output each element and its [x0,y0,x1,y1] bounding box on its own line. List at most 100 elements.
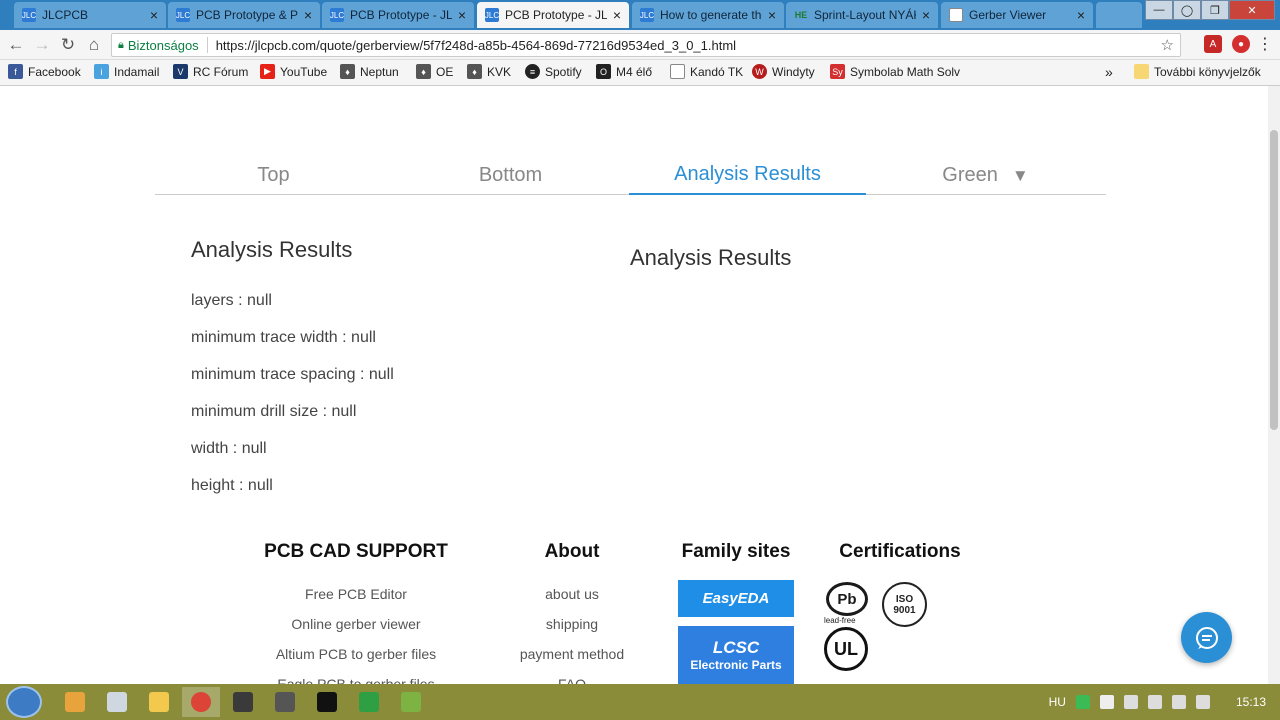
analysis-row-trace-spacing: minimum trace spacing : null [191,366,394,383]
url-text[interactable]: https://jlcpcb.com/quote/gerberview/5f7f… [216,38,736,53]
media-player-icon[interactable] [56,687,94,717]
m4-icon: O [596,64,611,79]
browser-tab[interactable]: JLC PCB Prototype - JLC × [322,2,474,28]
footer-link[interactable]: Online gerber viewer [236,616,476,632]
bookmark-windyty[interactable]: W Windyty [752,64,815,79]
analysis-row-layers: layers : null [191,292,272,309]
browser-tab[interactable]: HE Sprint-Layout NYÁK × [786,2,938,28]
close-icon[interactable]: × [613,7,621,23]
kvk-icon: ♦ [467,64,482,79]
bookmark-oe[interactable]: ♦ OE [416,64,453,79]
settings-icon[interactable] [266,687,304,717]
browser-tab[interactable]: JLC How to generate the × [632,2,784,28]
window-close-icon[interactable]: ✕ [1229,0,1275,20]
bookmark-neptun[interactable]: ♦ Neptun [340,64,399,79]
star-icon[interactable]: ☆ [1161,36,1174,54]
analysis-row-trace-width: minimum trace width : null [191,329,376,346]
chat-button[interactable] [1181,612,1232,663]
chrome-icon[interactable] [182,687,220,717]
bookmark-spotify[interactable]: ≡ Spotify [525,64,582,79]
other-bookmarks-folder[interactable]: További könyvjelzők [1134,64,1261,79]
bookmark-m4[interactable]: O M4 élő [596,64,652,79]
bookmark-indamail[interactable]: i Indamail [94,64,159,79]
battery-icon[interactable] [1123,695,1138,709]
new-tab-button[interactable] [1096,2,1142,28]
footer-link[interactable]: about us [492,586,652,602]
bookmark-label: Spotify [545,64,582,79]
reload-icon[interactable]: ↻ [58,35,78,55]
bookmark-youtube[interactable]: ▶ YouTube [260,64,327,79]
footer-link[interactable]: shipping [492,616,652,632]
tab-top[interactable]: Top [155,156,392,195]
browser-tab[interactable]: JLC JLCPCB × [14,2,166,28]
document-icon[interactable] [98,687,136,717]
scrollbar[interactable] [1268,86,1280,684]
language-indicator[interactable]: HU [1049,695,1066,709]
tab-bottom[interactable]: Bottom [392,156,629,195]
jlc-favicon-icon: JLC [176,8,190,22]
footer-link[interactable]: Eagle PCB to gerber files [236,676,476,684]
close-icon[interactable]: × [304,7,312,23]
bookmark-symbolab[interactable]: Sy Symbolab Math Solv [830,64,962,79]
bookmark-kvk[interactable]: ♦ KVK [467,64,511,79]
user-icon[interactable]: ◯ [1173,0,1201,20]
bookmarks-bar: f Facebook i Indamail V RC Fórum ▶ YouTube ♦… [0,60,1280,86]
secure-label: Biztonságos [127,37,199,53]
page-favicon-icon [949,8,963,22]
footer-link[interactable]: Free PCB Editor [236,586,476,602]
flag-icon[interactable] [1171,695,1186,709]
address-bar[interactable]: 🔒︎ Biztonságos https://jlcpcb.com/quote/… [111,33,1181,57]
pdf-extension-icon[interactable]: A [1204,35,1222,53]
volume-icon[interactable] [1099,695,1114,709]
app-icon[interactable] [392,687,430,717]
browser-tab[interactable]: JLC PCB Prototype & PC × [168,2,320,28]
start-button[interactable] [6,686,42,718]
notification-icon[interactable] [1195,695,1210,709]
bookmark-label: Symbolab Math Solv [850,64,961,79]
file-explorer-icon[interactable] [140,687,178,717]
close-icon[interactable]: × [458,7,466,23]
browser-tab-label: PCB Prototype - JLC [505,8,607,22]
divider [206,37,208,53]
terminal-icon[interactable] [308,687,346,717]
tray-app-icon[interactable] [1075,695,1090,709]
adblock-extension-icon[interactable]: ● [1232,35,1250,53]
footer-family-title: Family sites [681,541,791,562]
bookmark-kando-tk[interactable]: Kandó TK [670,64,743,79]
close-icon[interactable]: × [150,7,158,23]
network-icon[interactable] [1147,695,1162,709]
ul-icon: UL [824,627,868,671]
more-bookmarks-button[interactable]: » [1105,64,1113,80]
footer-link[interactable]: FAQ [492,676,652,684]
close-icon[interactable]: × [1077,7,1085,23]
close-icon[interactable]: × [768,7,776,23]
scrollbar-thumb[interactable] [1270,130,1278,430]
maximize-icon[interactable]: ❐ [1201,0,1229,20]
bookmark-facebook[interactable]: f Facebook [8,64,81,79]
close-icon[interactable]: × [922,7,930,23]
back-icon[interactable]: ← [6,35,26,55]
footer-link[interactable]: Altium PCB to gerber files [236,646,476,662]
clock[interactable]: 15:13 [1236,695,1266,709]
footer-link[interactable]: payment method [492,646,652,662]
browser-tab-active[interactable]: JLC PCB Prototype - JLC × [477,2,629,28]
bookmark-label: M4 élő [616,64,653,79]
easyeda-logo[interactable]: EasyEDA [678,580,794,617]
lead-free-icon: Pb [826,582,868,616]
footer-pcb-cad-title: PCB CAD SUPPORT [264,541,448,562]
lead-free-caption: lead-free [824,616,856,625]
matlab-icon[interactable] [224,687,262,717]
app-icon[interactable] [350,687,388,717]
forward-icon[interactable]: → [32,35,52,55]
tab-analysis-results[interactable]: Analysis Results [629,156,866,195]
browser-tab[interactable]: Gerber Viewer × [941,2,1093,28]
home-icon[interactable]: ⌂ [84,35,104,55]
bookmark-rc-forum[interactable]: V RC Fórum [173,64,248,79]
browser-tab-strip: JLC JLCPCB × JLC PCB Prototype & PC × JL… [0,0,1280,30]
bookmark-label: Kandó TK [690,64,744,79]
tab-color-select[interactable]: Green ▼ [867,156,1104,195]
lcsc-logo[interactable]: LCSC Electronic Parts [678,626,794,684]
menu-dots-icon[interactable]: ⋮ [1257,35,1273,53]
minimize-icon[interactable]: — [1145,0,1173,20]
lead-free-badge-text: Pb [837,590,857,608]
